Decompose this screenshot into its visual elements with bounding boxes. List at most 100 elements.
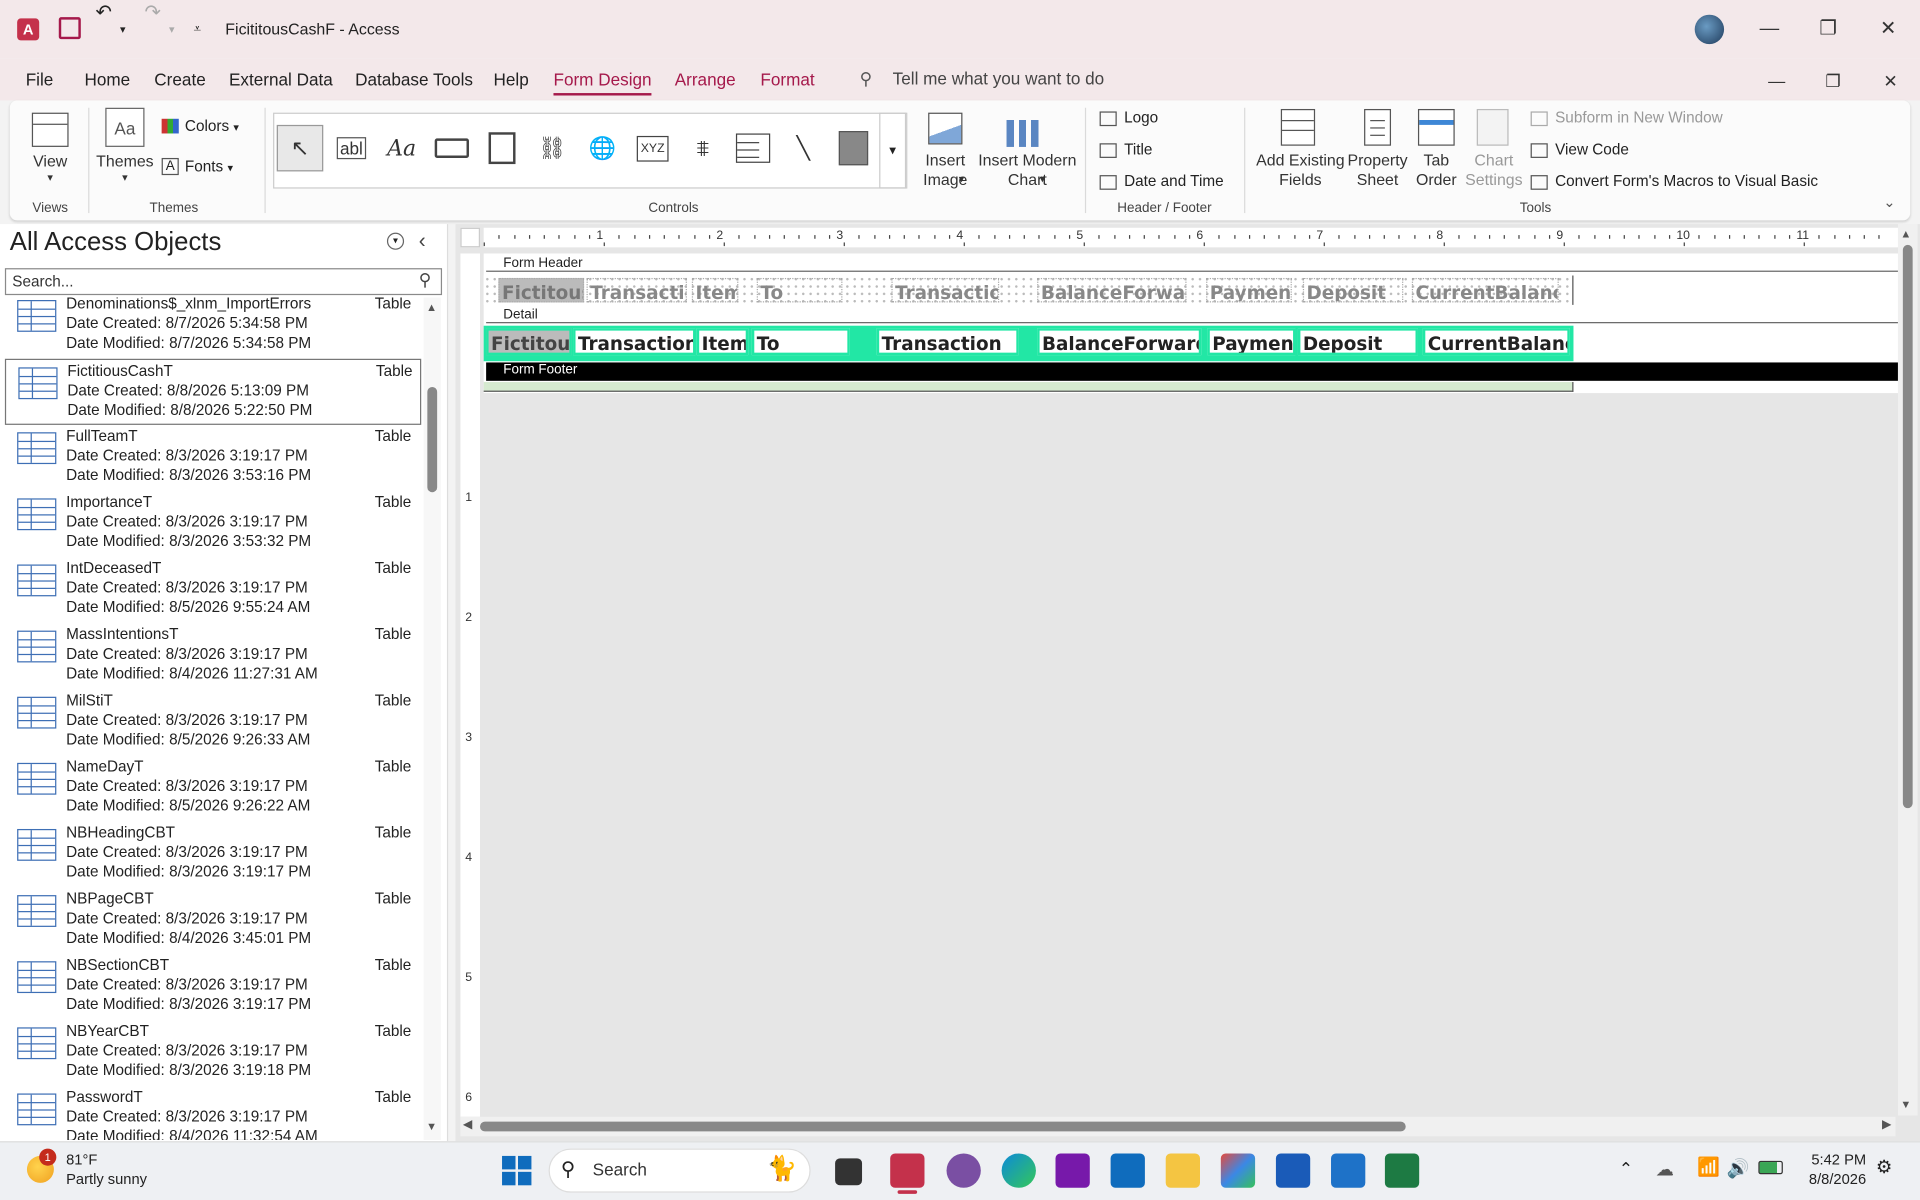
nav-item-intdeceasedt[interactable]: IntDeceasedT Date Created: 8/3/2026 3:19:… — [5, 557, 421, 623]
detail-field-deposit[interactable]: Deposit — [1297, 328, 1418, 356]
header-label-payment[interactable]: Payment — [1206, 277, 1292, 303]
task-view-icon[interactable] — [835, 1158, 863, 1186]
themes-button[interactable]: Themes — [96, 152, 155, 170]
insert-image-icon[interactable] — [928, 112, 963, 145]
navigation-control-icon[interactable]: XYZ — [629, 125, 676, 172]
add-fields-icon[interactable] — [1280, 108, 1316, 146]
detail-field-item[interactable]: Item — [696, 328, 749, 356]
edge-icon[interactable] — [1001, 1153, 1036, 1188]
detail-field-payment[interactable]: Payment — [1207, 328, 1296, 356]
subform-new-window-button[interactable]: Subform in New Window — [1530, 109, 1723, 126]
menu-help[interactable]: Help — [493, 70, 528, 90]
form-footer-bar[interactable]: Form Footer — [486, 362, 1898, 381]
tell-me-input[interactable]: Tell me what you want to do — [893, 69, 1105, 89]
web-browser-icon[interactable]: 🌐 — [579, 125, 626, 172]
ribbon-minimize-icon[interactable]: — — [1749, 64, 1805, 98]
search-icon[interactable]: ⚲ — [419, 269, 432, 290]
menu-file[interactable]: File — [26, 70, 54, 90]
file-explorer-icon[interactable] — [1165, 1153, 1201, 1188]
tab-order-icon[interactable] — [1417, 108, 1455, 146]
scroll-up-icon[interactable]: ▲ — [1900, 228, 1911, 240]
menu-database-tools[interactable]: Database Tools — [355, 70, 473, 90]
onenote-loop-icon[interactable] — [946, 1153, 981, 1188]
scroll-right-icon[interactable]: ▶ — [1882, 1118, 1891, 1131]
scroll-down-icon[interactable]: ▼ — [426, 1120, 437, 1132]
view-icon[interactable] — [31, 112, 69, 147]
header-label-fictitousc[interactable]: FictitousC — [498, 277, 585, 303]
nav-item-fullteamt[interactable]: FullTeamT Date Created: 8/3/2026 3:19:17 … — [5, 425, 421, 491]
header-label-item[interactable]: Item — [691, 277, 739, 303]
detail-field-balanceforward[interactable]: BalanceForward — [1037, 328, 1202, 356]
header-label-balanceforward[interactable]: BalanceForward — [1037, 277, 1187, 303]
property-sheet-icon[interactable] — [1364, 108, 1392, 146]
colors-button[interactable]: Colors ▾ — [185, 118, 239, 135]
vertical-ruler[interactable]: 1 2 3 4 5 6 — [460, 253, 481, 1117]
close-icon[interactable]: ✕ — [1860, 12, 1916, 46]
scroll-up-icon[interactable]: ▲ — [426, 301, 437, 313]
tab-control-icon[interactable] — [479, 125, 526, 172]
detail-bar[interactable]: Detail — [486, 307, 1898, 324]
nav-scroll-thumb[interactable] — [427, 386, 438, 493]
view-button[interactable]: View — [24, 152, 75, 170]
button-icon[interactable] — [429, 125, 476, 172]
title-button[interactable]: Title — [1099, 141, 1152, 158]
gallery-more-icon[interactable]: ▾ — [879, 112, 907, 189]
excel-icon[interactable] — [1384, 1153, 1420, 1188]
header-label-to[interactable]: To — [756, 277, 843, 303]
header-label-transaction[interactable]: Transaction — [891, 277, 1000, 303]
redo-icon[interactable]: ↷ — [144, 0, 160, 24]
label-icon[interactable]: Aa — [378, 125, 425, 172]
user-avatar[interactable] — [1694, 14, 1725, 45]
text-box-icon[interactable]: abl — [328, 125, 375, 172]
vertical-scroll-thumb[interactable] — [1902, 244, 1913, 809]
insert-image-button[interactable]: Insert Image — [912, 151, 978, 190]
outlook-icon[interactable] — [1110, 1153, 1145, 1188]
nav-pane-collapse-icon[interactable]: ‹ — [419, 229, 426, 253]
access-taskbar-icon[interactable] — [890, 1153, 925, 1188]
scroll-left-icon[interactable]: ◀ — [463, 1118, 472, 1131]
ribbon-collapse-icon[interactable]: ⌄ — [1883, 193, 1895, 210]
property-sheet-button[interactable]: Property Sheet — [1344, 151, 1410, 190]
nav-item-importancet[interactable]: ImportanceT Date Created: 8/3/2026 3:19:1… — [5, 491, 421, 557]
horizontal-scroll-thumb[interactable] — [480, 1121, 1406, 1132]
show-hidden-icons[interactable]: ⌃ — [1619, 1158, 1633, 1179]
line-icon[interactable]: ╲ — [780, 125, 827, 172]
page-break-icon[interactable]: ⩨ — [680, 125, 727, 172]
menu-external-data[interactable]: External Data — [229, 70, 333, 90]
nav-search-input[interactable]: Search... — [4, 268, 443, 296]
clock-date[interactable]: 8/8/2026 — [1800, 1171, 1866, 1188]
date-time-button[interactable]: Date and Time — [1099, 173, 1224, 190]
volume-icon[interactable]: 🔊 — [1727, 1157, 1750, 1179]
menu-arrange[interactable]: Arrange — [675, 70, 736, 90]
insert-image-dropdown-icon[interactable]: ▾ — [959, 173, 965, 186]
undo-dropdown-icon[interactable]: ▾ — [120, 23, 126, 36]
menu-home[interactable]: Home — [84, 70, 130, 90]
tab-order-button[interactable]: Tab Order — [1412, 151, 1461, 190]
windows-start-icon[interactable] — [502, 1155, 532, 1186]
ribbon-restore-icon[interactable]: ❐ — [1805, 64, 1861, 98]
view-dropdown-icon[interactable]: ▾ — [24, 171, 75, 184]
convert-macros-button[interactable]: Convert Form's Macros to Visual Basic — [1530, 173, 1818, 190]
nav-item-milstit[interactable]: MilStiT Date Created: 8/3/2026 3:19:17 PM… — [5, 689, 421, 755]
themes-dropdown-icon[interactable]: ▾ — [96, 171, 155, 184]
nav-item-nbheadingcbt[interactable]: NBHeadingCBT Date Created: 8/3/2026 3:19:… — [5, 822, 421, 888]
app-icon[interactable] — [1331, 1153, 1366, 1188]
header-label-transactior[interactable]: Transactior — [586, 277, 687, 303]
header-label-deposit[interactable]: Deposit — [1302, 277, 1404, 303]
combo-box-icon[interactable] — [730, 125, 777, 172]
save-icon[interactable] — [58, 17, 81, 40]
notifications-icon[interactable]: ⚙ — [1876, 1156, 1892, 1178]
hyperlink-icon[interactable]: ⛓ — [529, 125, 576, 172]
form-header-bar[interactable]: Form Header — [486, 256, 1898, 272]
nav-item-nbyearcbt[interactable]: NBYearCBT Date Created: 8/3/2026 3:19:17 … — [5, 1020, 421, 1086]
nav-item-nbsectioncbt[interactable]: NBSectionCBT Date Created: 8/3/2026 3:19:… — [5, 954, 421, 1020]
detail-field-fictitousc[interactable]: FictitousC — [486, 328, 572, 356]
wifi-icon[interactable]: 📶 — [1697, 1156, 1720, 1178]
logo-button[interactable]: Logo — [1099, 109, 1158, 126]
menu-format[interactable]: Format — [760, 70, 814, 90]
horizontal-ruler[interactable]: 1 2 3 4 5 6 7 8 9 10 11 — [483, 227, 1898, 248]
detail-field-currentbalance[interactable]: CurrentBalance — [1422, 328, 1570, 356]
clock-time[interactable]: 5:42 PM — [1800, 1151, 1866, 1168]
scroll-down-icon[interactable]: ▼ — [1900, 1098, 1911, 1110]
add-existing-fields-button[interactable]: Add Existing Fields — [1254, 151, 1347, 190]
